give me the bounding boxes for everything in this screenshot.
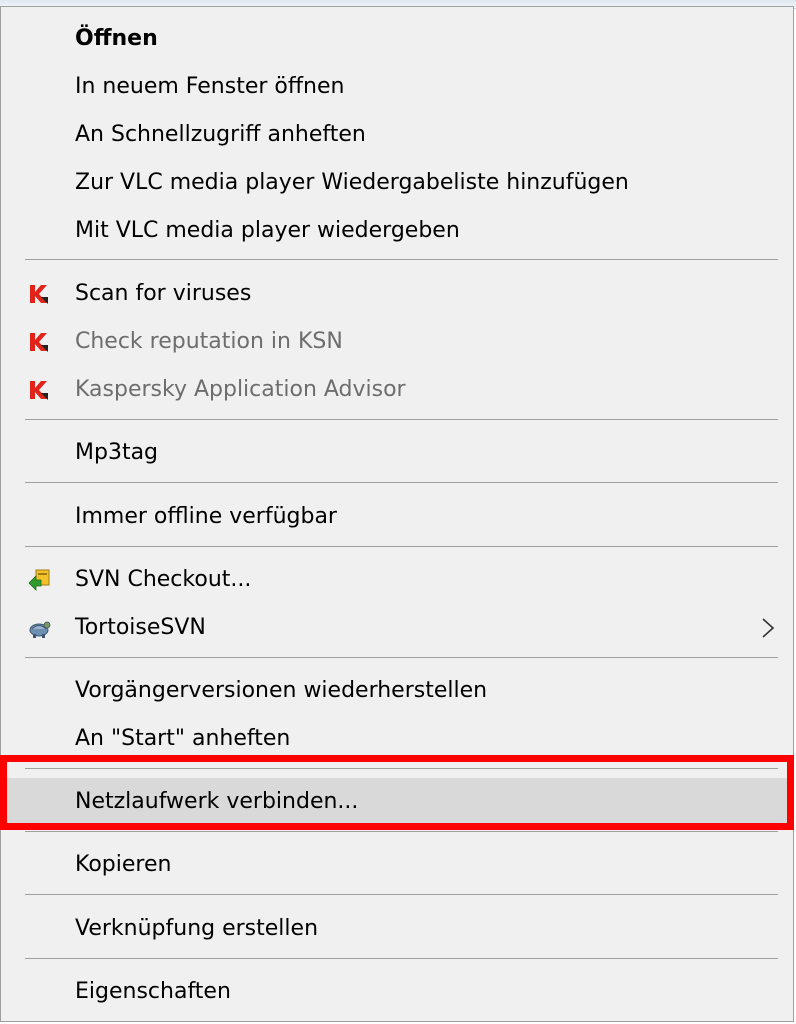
menu-item-map-network-drive[interactable]: Netzlaufwerk verbinden... (1, 778, 793, 826)
menu-item-label: Mp3tag (75, 440, 159, 465)
menu-item-create-shortcut[interactable]: Verknüpfung erstellen (1, 905, 793, 953)
menu-item-label: Mit VLC media player wiedergeben (75, 218, 460, 243)
menu-item-tortoisesvn[interactable]: TortoiseSVN (1, 604, 793, 652)
menu-item-kaspersky-advisor[interactable]: Kaspersky Application Advisor (1, 366, 793, 414)
context-menu: Öffnen In neuem Fenster öffnen An Schnel… (0, 6, 794, 1022)
menu-item-label: In neuem Fenster öffnen (75, 74, 345, 99)
kaspersky-icon (30, 381, 48, 400)
menu-separator (25, 482, 778, 483)
menu-item-svn-checkout[interactable]: SVN Checkout... (1, 556, 793, 604)
tortoisesvn-icon (29, 621, 51, 638)
menu-item-label: TortoiseSVN (75, 615, 206, 640)
menu-item-open-new-window[interactable]: In neuem Fenster öffnen (1, 63, 793, 111)
menu-item-label: Netzlaufwerk verbinden... (75, 789, 359, 814)
chevron-right-icon (762, 618, 775, 638)
menu-item-check-ksn[interactable]: Check reputation in KSN (1, 318, 793, 366)
menu-item-label: Öffnen (75, 26, 158, 51)
menu-item-label: An "Start" anheften (75, 726, 291, 751)
kaspersky-icon (30, 333, 48, 352)
menu-item-label: Check reputation in KSN (75, 329, 343, 354)
svn-checkout-icon (28, 569, 50, 591)
menu-item-copy[interactable]: Kopieren (1, 841, 793, 889)
menu-separator (25, 546, 778, 547)
menu-item-label: Kopieren (75, 852, 172, 877)
menu-separator (25, 894, 778, 895)
menu-item-label: SVN Checkout... (75, 567, 252, 592)
menu-separator (25, 657, 778, 658)
menu-item-properties[interactable]: Eigenschaften (1, 968, 793, 1016)
menu-item-open[interactable]: Öffnen (1, 15, 793, 63)
menu-item-label: Kaspersky Application Advisor (75, 377, 406, 402)
menu-separator (25, 831, 778, 832)
menu-separator (25, 958, 778, 959)
menu-separator (25, 259, 778, 260)
menu-item-label: Eigenschaften (75, 979, 231, 1004)
menu-item-vlc-play[interactable]: Mit VLC media player wiedergeben (1, 207, 793, 255)
menu-item-always-offline[interactable]: Immer offline verfügbar (1, 493, 793, 541)
menu-item-label: Zur VLC media player Wiedergabeliste hin… (75, 170, 629, 195)
menu-separator (25, 768, 778, 769)
menu-item-label: An Schnellzugriff anheften (75, 122, 366, 147)
menu-item-label: Verknüpfung erstellen (75, 916, 319, 941)
menu-item-pin-quick-access[interactable]: An Schnellzugriff anheften (1, 111, 793, 159)
menu-item-vlc-add-playlist[interactable]: Zur VLC media player Wiedergabeliste hin… (1, 159, 793, 207)
menu-item-label: Scan for viruses (75, 281, 252, 306)
menu-item-label: Vorgängerversionen wiederherstellen (75, 678, 488, 703)
menu-item-mp3tag[interactable]: Mp3tag (1, 429, 793, 477)
menu-separator (25, 419, 778, 420)
menu-item-label: Immer offline verfügbar (75, 504, 337, 529)
menu-item-pin-start[interactable]: An "Start" anheften (1, 715, 793, 763)
menu-item-restore-previous[interactable]: Vorgängerversionen wiederherstellen (1, 667, 793, 715)
menu-item-scan-viruses[interactable]: Scan for viruses (1, 270, 793, 318)
kaspersky-icon (30, 285, 48, 304)
